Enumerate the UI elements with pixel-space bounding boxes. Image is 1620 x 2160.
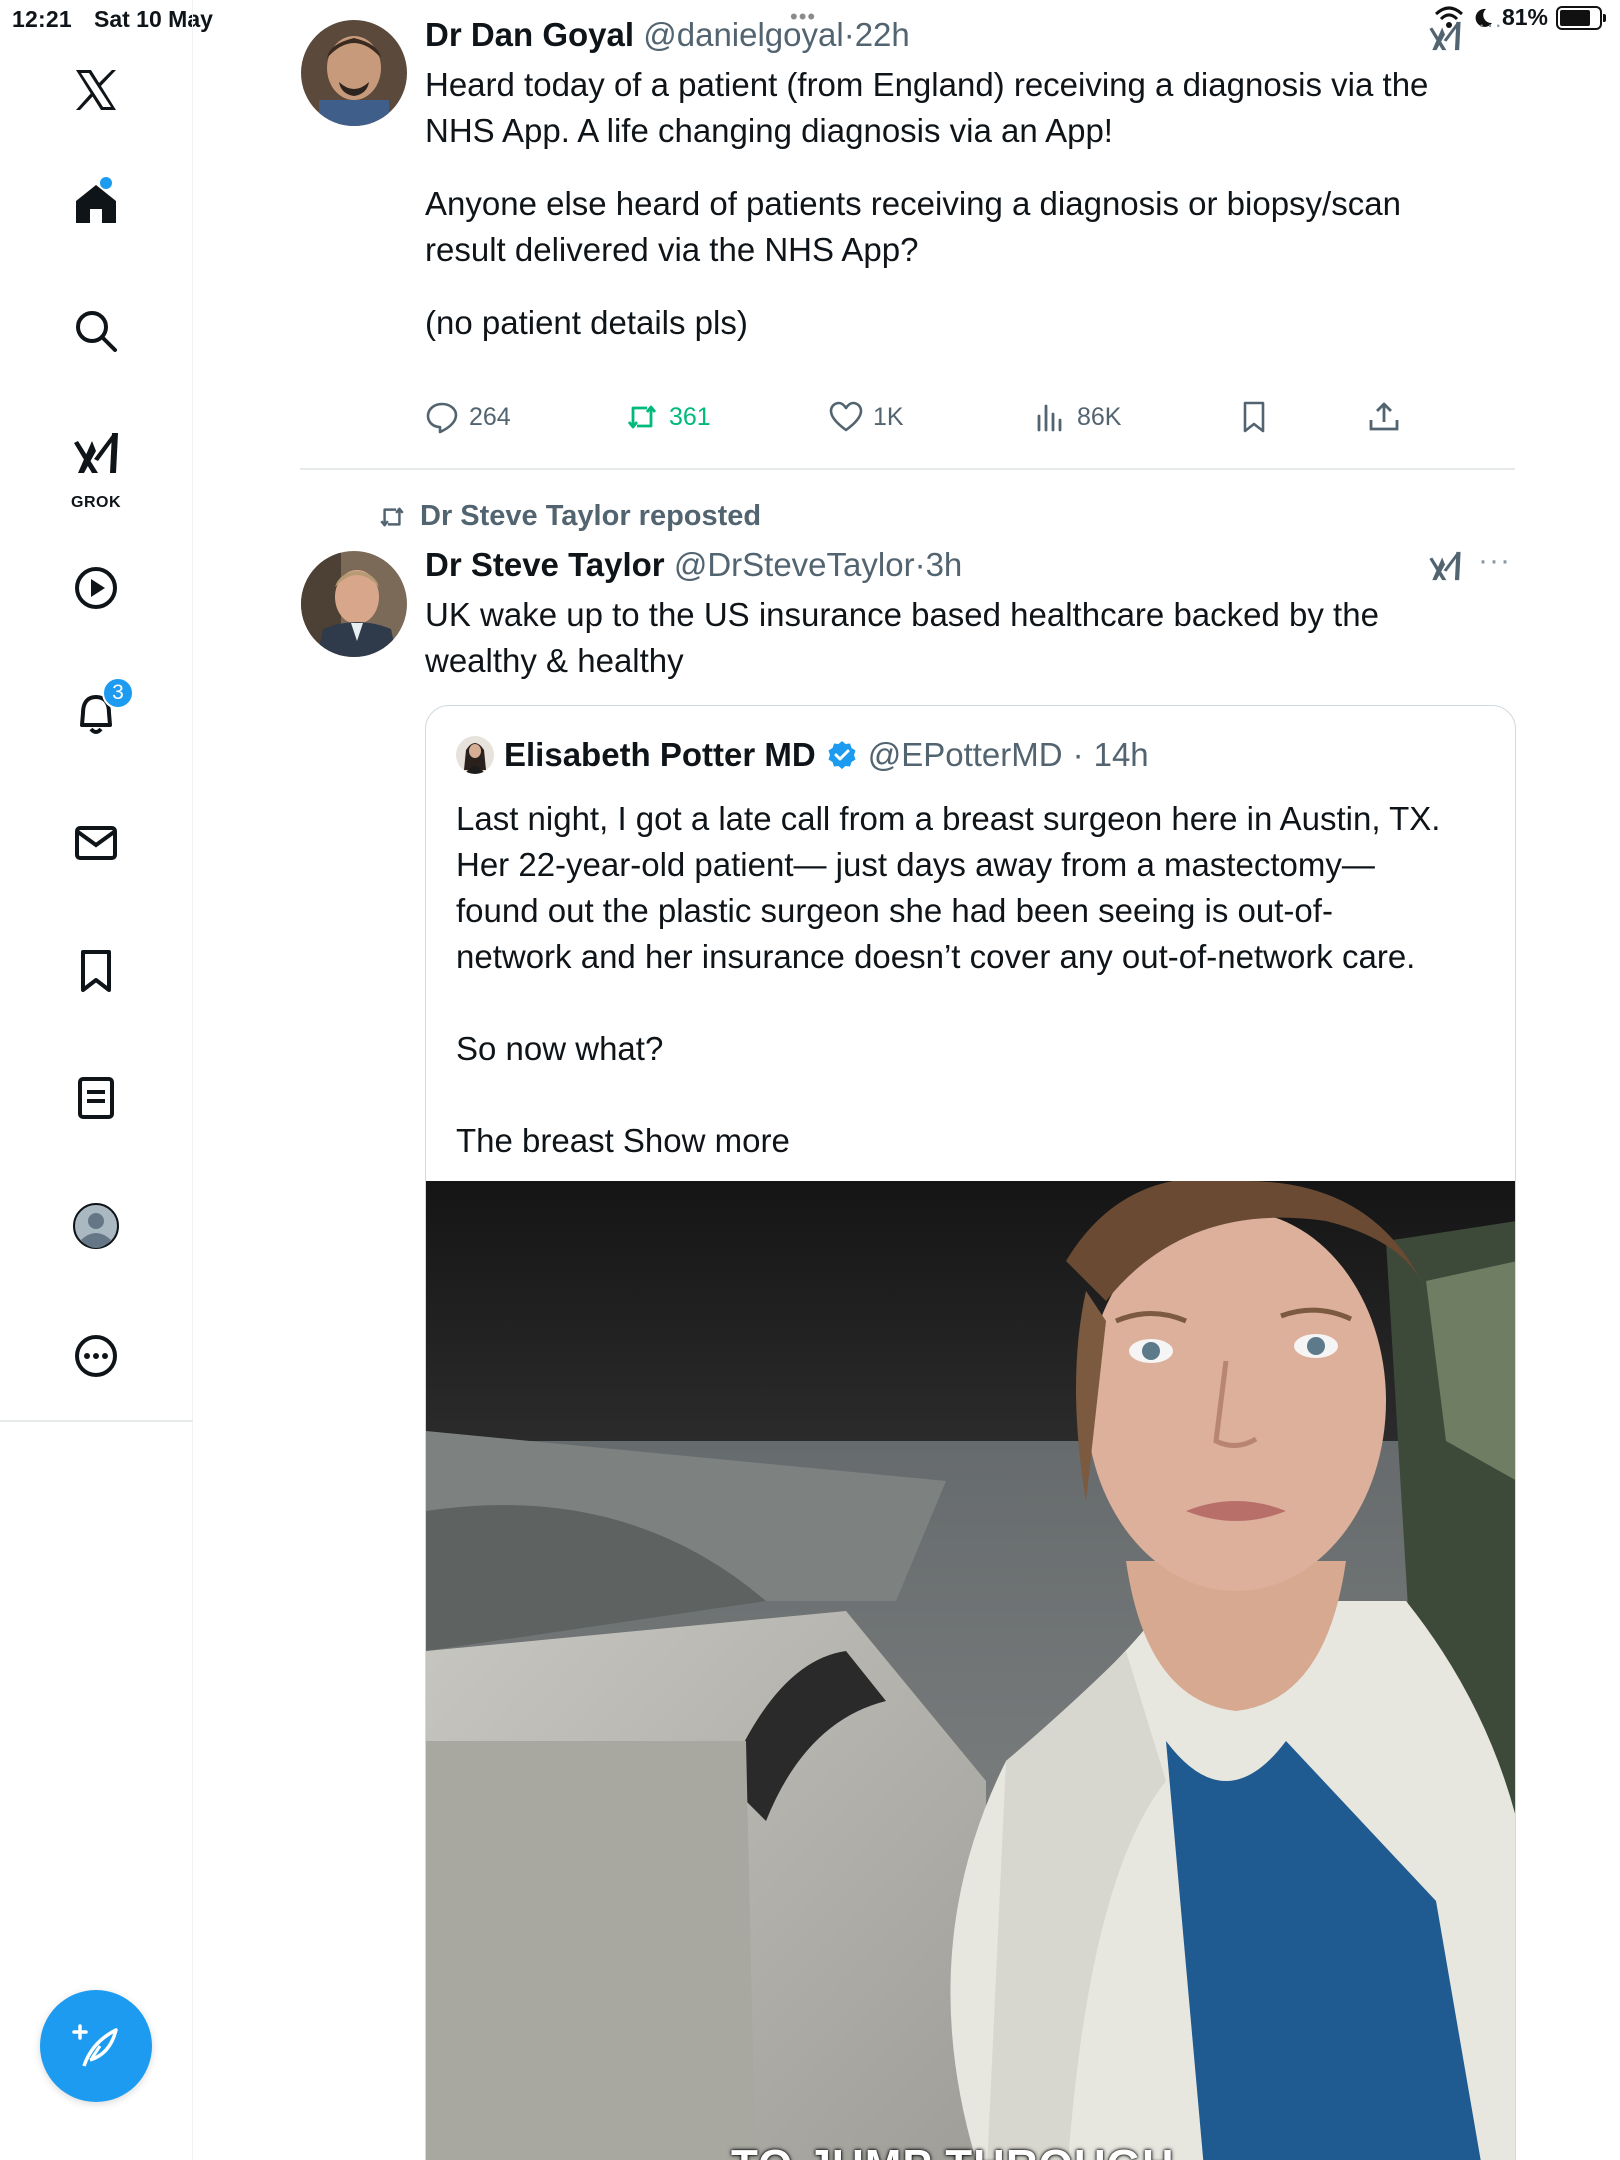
repost-button[interactable]: 361 <box>625 400 711 434</box>
nav-bookmarks[interactable] <box>58 933 134 1009</box>
share-button[interactable] <box>1367 400 1401 434</box>
play-circle-icon <box>75 567 117 609</box>
tweet-header: Dr Dan Goyal @danielgoyal·22h <box>425 12 910 58</box>
profile-avatar-icon <box>73 1203 119 1249</box>
heart-icon <box>829 401 863 432</box>
bookmark-button[interactable] <box>1237 400 1271 434</box>
tweet-text-line: Heard today of a patient (from England) … <box>425 66 1429 103</box>
view-count: 86K <box>1077 402 1122 431</box>
more-options-icon[interactable]: ··· <box>1478 12 1503 38</box>
post-time[interactable]: 22h <box>855 16 910 53</box>
avatar-steve-taylor[interactable] <box>301 551 407 657</box>
tweet-text: Heard today of a patient (from England) … <box>425 62 1505 346</box>
nav-explore[interactable] <box>58 293 134 369</box>
reposted-by-label: Dr Steve Taylor reposted <box>420 500 762 532</box>
tweet-text-line: Anyone else heard of patients receiving … <box>425 185 1401 222</box>
views-button[interactable]: 86K <box>1033 400 1121 434</box>
video-caption: TO JUMP THROUGH <box>731 2141 1175 2160</box>
battery-icon <box>1556 5 1606 30</box>
sidebar-divider <box>0 1420 193 1422</box>
show-more-link[interactable]: Show more <box>623 1122 790 1159</box>
author-handle[interactable]: @DrSteveTaylor <box>674 546 915 583</box>
tweet-text-line: NHS App. A life changing diagnosis via a… <box>425 112 1113 149</box>
home-unread-dot <box>100 177 112 189</box>
x-logo-icon[interactable] <box>58 52 134 128</box>
repost-indicator[interactable]: Dr Steve Taylor reposted <box>376 500 761 533</box>
compose-post-button[interactable] <box>40 1990 152 2102</box>
bookmark-icon <box>81 950 111 992</box>
quoted-text-line: So now what? <box>456 1030 664 1067</box>
share-icon <box>1369 402 1399 431</box>
author-name[interactable]: Dr Dan Goyal <box>425 16 634 53</box>
bookmark-icon <box>1243 401 1265 433</box>
reply-count: 264 <box>469 402 511 431</box>
grok-icon[interactable] <box>1428 18 1462 54</box>
like-count: 1K <box>873 402 904 431</box>
tweet-actions: 264 361 1K 86K <box>425 400 1425 444</box>
video-player[interactable]: TO JUMP THROUGH <box>426 1181 1515 2160</box>
nav-lists[interactable] <box>58 1060 134 1136</box>
avatar-elisabeth-potter[interactable] <box>456 736 494 774</box>
repost-count: 361 <box>669 402 711 431</box>
nav-videos[interactable] <box>58 550 134 626</box>
battery-percent: 81% <box>1501 4 1548 30</box>
repost-icon <box>380 507 404 526</box>
analytics-icon <box>1037 404 1062 432</box>
author-name[interactable]: Elisabeth Potter MD <box>504 736 816 774</box>
repost-icon <box>627 405 657 429</box>
nav-notifications[interactable]: 3 <box>58 677 134 753</box>
tweet-text-line: wealthy & healthy <box>425 642 684 679</box>
separator-dot: · <box>914 546 926 583</box>
quoted-tweet-card[interactable]: Elisabeth Potter MD @EPotterMD · 14h Last … <box>425 705 1516 2160</box>
nav-home[interactable] <box>58 165 134 241</box>
quoted-tweet-text: Last night, I got a late call from a bre… <box>456 796 1496 1164</box>
tweet-text: UK wake up to the US insurance based hea… <box>425 592 1505 684</box>
quoted-tweet-header: Elisabeth Potter MD @EPotterMD · 14h <box>456 736 1149 774</box>
nav-more[interactable] <box>58 1318 134 1394</box>
author-handle[interactable]: @EPotterMD <box>868 736 1063 774</box>
envelope-icon <box>75 826 117 860</box>
quoted-text-line: network and her insurance doesn’t cover … <box>456 938 1416 975</box>
quoted-text-line: The breast Show more <box>456 1118 1496 1164</box>
tweet-header: Dr Steve Taylor @DrSteveTaylor·3h <box>425 542 962 588</box>
notification-badge: 3 <box>102 677 134 709</box>
post-time[interactable]: 3h <box>926 546 963 583</box>
quoted-text-line: Last night, I got a late call from a bre… <box>456 800 1441 837</box>
nav-grok[interactable]: GROK <box>58 418 134 511</box>
tweet-text-line: (no patient details pls) <box>425 304 748 341</box>
tweet-text-line: UK wake up to the US insurance based hea… <box>425 596 1379 633</box>
reply-button[interactable]: 264 <box>425 400 511 434</box>
tweet-divider <box>300 468 1515 470</box>
quoted-text-line: Her 22-year-old patient— just days away … <box>456 846 1375 883</box>
more-circle-icon <box>75 1335 117 1377</box>
post-time[interactable]: 14h <box>1094 736 1149 774</box>
grok-icon <box>74 433 118 473</box>
home-icon <box>76 185 116 223</box>
quoted-text-line: found out the plastic surgeon she had be… <box>456 892 1333 929</box>
tweet-text-line: result delivered via the NHS App? <box>425 231 919 268</box>
more-options-icon[interactable]: ··· <box>1478 544 1511 578</box>
like-button[interactable]: 1K <box>829 400 904 434</box>
author-handle[interactable]: @danielgoyal <box>643 16 843 53</box>
verified-badge-icon <box>828 741 856 769</box>
sidebar: GROK 3 <box>0 0 193 2160</box>
grok-icon[interactable] <box>1428 548 1462 584</box>
nav-messages[interactable] <box>58 805 134 881</box>
separator-dot: · <box>843 16 855 53</box>
grok-label: GROK <box>71 494 121 511</box>
compose-feather-icon <box>72 2024 118 2067</box>
reply-icon <box>426 402 458 434</box>
list-document-icon <box>78 1077 114 1119</box>
search-icon <box>76 311 117 352</box>
video-frame <box>426 1181 1515 2160</box>
author-name[interactable]: Dr Steve Taylor <box>425 546 665 583</box>
avatar-dan-goyal[interactable] <box>301 20 407 126</box>
quoted-text-snippet: The breast <box>456 1122 614 1159</box>
separator-dot: · <box>1072 736 1084 773</box>
nav-profile[interactable] <box>58 1188 134 1264</box>
